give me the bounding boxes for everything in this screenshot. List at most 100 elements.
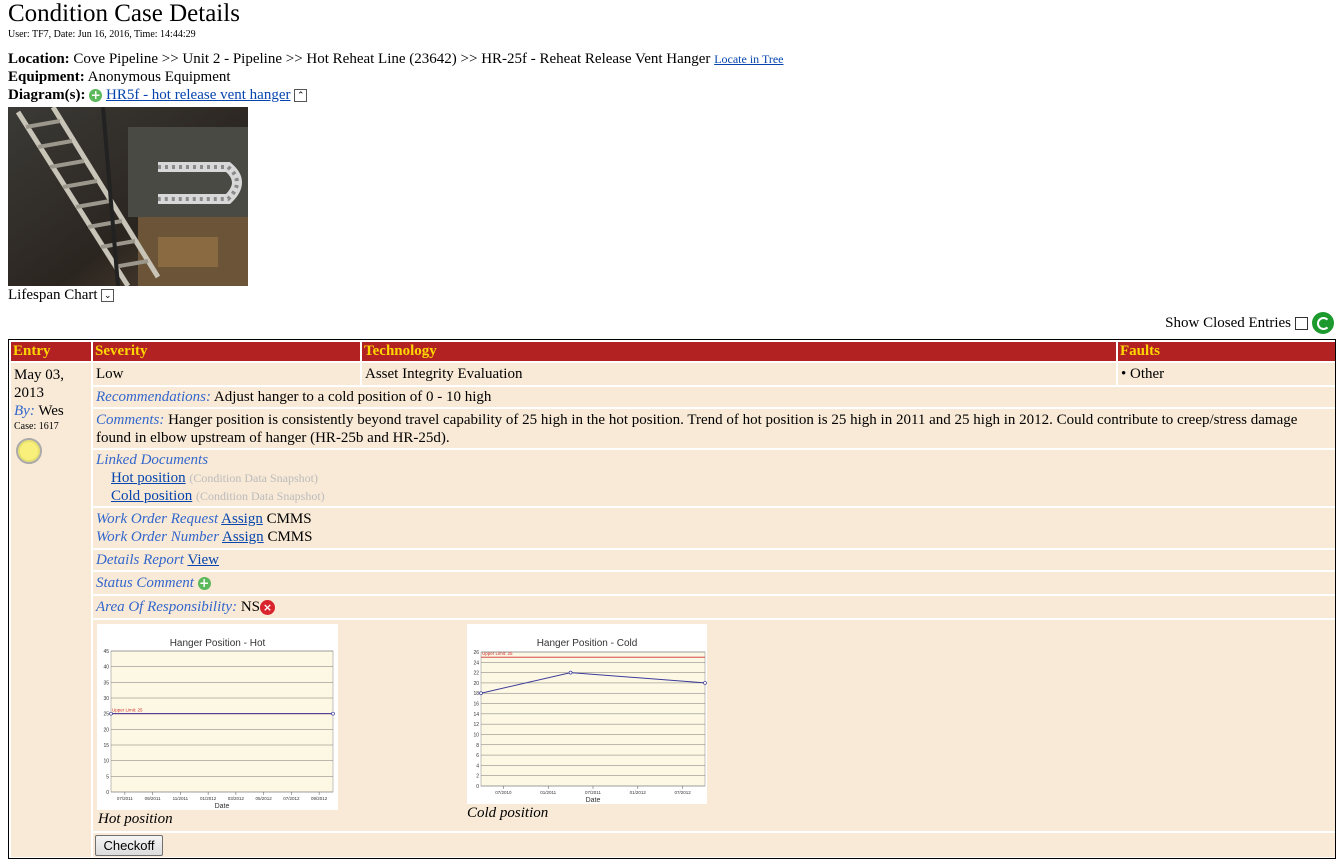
lifespan-label: Lifespan Chart xyxy=(8,287,98,303)
x-tick-label: 09/2011 xyxy=(145,796,161,801)
collapse-icon[interactable]: ⌃ xyxy=(294,89,308,103)
location-row: Location: Cove Pipeline >> Unit 2 - Pipe… xyxy=(8,50,784,68)
entry-date-2: 2013 xyxy=(14,385,44,401)
y-tick-label: 10 xyxy=(103,759,109,765)
work-order-number-assign-link[interactable]: Assign xyxy=(222,529,264,545)
x-tick-label: 07/2010 xyxy=(495,790,512,795)
y-tick-label: 0 xyxy=(476,784,479,790)
aor-value: NS xyxy=(240,599,261,615)
equipment-row: Equipment: Anonymous Equipment xyxy=(8,68,784,86)
lifespan-chart-toggle[interactable]: Lifespan Chart ⌄ xyxy=(8,287,115,304)
work-order-request: Work Order Request Assign CMMS xyxy=(96,510,1335,528)
recommendations-text: Adjust hanger to a cold position of 0 - … xyxy=(213,389,492,405)
equipment-value: Anonymous Equipment xyxy=(87,69,231,85)
details-report-view-link[interactable]: View xyxy=(187,552,219,568)
checkoff-button[interactable]: Checkoff xyxy=(95,835,163,856)
asset-info: Location: Cove Pipeline >> Unit 2 - Pipe… xyxy=(8,50,784,104)
diagrams-row: Diagram(s): + HR5f - hot release vent ha… xyxy=(8,86,784,104)
header-severity[interactable]: Severity xyxy=(93,342,360,361)
by-value: Wes xyxy=(38,403,64,419)
x-tick-label: 07/2012 xyxy=(283,796,300,801)
add-diagram-icon[interactable]: + xyxy=(89,89,103,103)
details-report-label: Details Report xyxy=(96,552,184,568)
x-tick-label: 01/2011 xyxy=(540,790,556,795)
show-closed-checkbox[interactable] xyxy=(1295,316,1308,330)
y-tick-label: 5 xyxy=(106,774,109,780)
y-tick-label: 22 xyxy=(473,671,479,677)
plot-area xyxy=(110,650,334,793)
cold-position-chart[interactable]: Hanger Position - Cold 0 2 4 6 8 10 12 14 16 18 20 2… xyxy=(467,624,707,804)
add-status-comment-icon[interactable]: + xyxy=(197,577,211,591)
x-tick-label: 07/2012 xyxy=(674,790,691,795)
hot-position-chart-svg: Hanger Position - Hot 0 5 10 15 20 25 30 35 40 45 0… xyxy=(103,638,335,810)
linked-document-item: Hot position (Condition Data Snapshot) xyxy=(96,469,1335,487)
linked-documents-row: Linked Documents Hot position (Condition… xyxy=(93,450,1335,506)
diagram-photo[interactable] xyxy=(8,107,248,286)
hot-position-chart[interactable]: Hanger Position - Hot 0 5 10 15 20 25 30 35 40 45 0… xyxy=(97,624,338,810)
y-tick-label: 25 xyxy=(103,712,109,718)
status-indicator-icon[interactable] xyxy=(16,438,42,464)
y-tick-label: 24 xyxy=(473,660,479,666)
y-tick-label: 40 xyxy=(103,665,109,671)
diagrams-label: Diagram(s): xyxy=(8,87,86,103)
cold-position-caption: Cold position xyxy=(467,805,549,821)
y-tick-label: 2 xyxy=(476,774,479,780)
x-tick-label: 03/2012 xyxy=(228,796,245,801)
show-closed-entries: Show Closed Entries xyxy=(1165,312,1334,334)
entry-author: By: Wes xyxy=(14,402,91,420)
remove-aor-icon[interactable]: × xyxy=(260,600,276,616)
cold-position-doc-note: (Condition Data Snapshot) xyxy=(196,489,325,503)
y-tick-label: 26 xyxy=(473,650,479,656)
x-tick-label: 07/2011 xyxy=(117,796,133,801)
header-faults[interactable]: Faults xyxy=(1118,342,1335,361)
work-order-number-system: CMMS xyxy=(267,529,313,545)
checkoff-row xyxy=(93,833,1335,857)
header-technology[interactable]: Technology xyxy=(362,342,1116,361)
user-info: User: TF7, Date: Jun 16, 2016, Time: 14:… xyxy=(8,29,196,40)
y-tick-label: 16 xyxy=(473,702,479,708)
status-comment-row: Status Comment + xyxy=(93,572,1335,594)
expand-icon[interactable]: ⌄ xyxy=(101,289,115,303)
hot-position-doc-link[interactable]: Hot position xyxy=(111,470,186,486)
work-order-request-system: CMMS xyxy=(266,511,312,527)
work-order-number-label: Work Order Number xyxy=(96,529,220,545)
aor-label: Area Of Responsibility: xyxy=(96,599,238,615)
details-report-row: Details Report View xyxy=(93,550,1335,570)
page-title: Condition Case Details xyxy=(8,0,240,27)
x-tick-label: 05/2012 xyxy=(255,796,272,801)
charts-row: Hanger Position - Hot 0 5 10 15 20 25 30 35 40 45 0… xyxy=(93,620,1335,831)
data-point xyxy=(109,711,113,716)
y-tick-label: 4 xyxy=(476,763,479,769)
y-tick-label: 8 xyxy=(476,743,479,749)
work-order-row: Work Order Request Assign CMMS Work Orde… xyxy=(93,508,1335,548)
y-tick-label: 10 xyxy=(473,732,479,738)
x-tick-label: 01/2012 xyxy=(200,796,217,801)
recommendations-label: Recommendations: xyxy=(96,389,211,405)
y-tick-label: 45 xyxy=(103,649,109,655)
comments-text: Hanger position is consistently beyond t… xyxy=(96,412,1298,446)
linked-document-item: Cold position (Condition Data Snapshot) xyxy=(96,487,1335,505)
work-order-request-assign-link[interactable]: Assign xyxy=(221,511,263,527)
equipment-label: Equipment: xyxy=(8,69,85,85)
data-point xyxy=(703,681,707,685)
plot-area xyxy=(480,651,706,787)
x-axis-label: Date xyxy=(586,797,601,804)
status-comment-label: Status Comment xyxy=(96,575,194,591)
comments-label: Comments: xyxy=(96,412,165,428)
technology-cell: Asset Integrity Evaluation xyxy=(362,363,1116,385)
entry-cell: May 03, 2013 By: Wes Case: 1617 xyxy=(11,363,91,857)
hot-position-caption: Hot position xyxy=(98,811,173,827)
y-tick-label: 15 xyxy=(103,743,109,749)
refresh-icon[interactable] xyxy=(1312,312,1334,334)
show-closed-label: Show Closed Entries xyxy=(1165,314,1291,331)
case-number: Case: 1617 xyxy=(14,421,59,432)
y-tick-label: 0 xyxy=(106,790,109,796)
cold-position-doc-link[interactable]: Cold position xyxy=(111,488,192,504)
header-entry[interactable]: Entry xyxy=(11,342,91,361)
area-of-responsibility-row: Area Of Responsibility: NS × xyxy=(93,596,1335,618)
locate-in-tree-link[interactable]: Locate in Tree xyxy=(714,52,783,66)
location-label: Location: xyxy=(8,51,70,67)
diagram-link[interactable]: HR5f - hot release vent hanger xyxy=(106,87,291,103)
y-tick-label: 6 xyxy=(476,753,479,759)
severity-cell: Low xyxy=(93,363,360,385)
